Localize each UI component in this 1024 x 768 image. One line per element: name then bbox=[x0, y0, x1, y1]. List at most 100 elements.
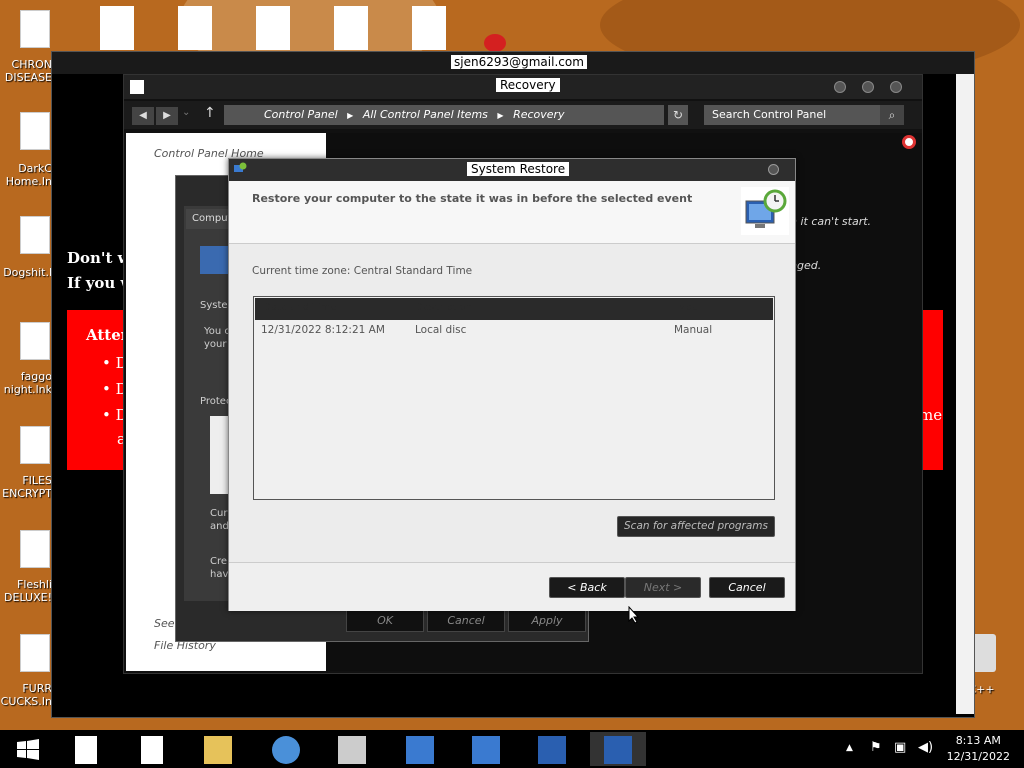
computer-icon bbox=[200, 246, 228, 274]
apply-button[interactable]: Apply bbox=[508, 610, 586, 632]
taskbar: ▲ ⚑ ▣ ◀) 8:13 AM 12/31/2022 bbox=[0, 730, 1024, 768]
table-header: Date and Time Description Type bbox=[255, 298, 773, 320]
outer-window-title: sjen6293@gmail.com bbox=[451, 55, 587, 69]
system-restore-heading: Restore your computer to the state it wa… bbox=[252, 192, 693, 205]
document-icon bbox=[20, 634, 50, 672]
search-input[interactable]: Search Control Panel bbox=[704, 105, 904, 125]
document-icon bbox=[20, 322, 50, 360]
forward-arrow-icon[interactable]: ▶ bbox=[156, 107, 178, 125]
document-icon bbox=[20, 10, 50, 48]
up-arrow-icon[interactable]: ↑ bbox=[204, 105, 216, 121]
desktop-icons: CHRON DISEASE DarkC Home.In Dogshit.l fa… bbox=[0, 0, 54, 730]
desktop-icon[interactable]: Dogshit.l bbox=[0, 216, 54, 280]
back-arrow-icon[interactable]: ◀ bbox=[132, 107, 154, 125]
desc-text: Cre bbox=[210, 556, 228, 567]
desktop-icon-label: Dogshit.l bbox=[3, 266, 52, 279]
breadcrumb-item[interactable]: All Control Panel Items bbox=[363, 108, 488, 121]
protection-label: Protec bbox=[200, 396, 232, 407]
recent-dropdown-icon[interactable]: ⌄ bbox=[182, 107, 190, 118]
show-hidden-icons-icon[interactable]: ▲ bbox=[846, 743, 853, 753]
search-placeholder: Search Control Panel bbox=[712, 108, 827, 121]
timezone-label: Current time zone: Central Standard Time bbox=[252, 265, 473, 277]
document-icon bbox=[412, 6, 446, 50]
minimize-button[interactable] bbox=[834, 81, 846, 93]
recovery-window-icon bbox=[130, 80, 144, 94]
clock[interactable]: 8:13 AM 12/31/2022 bbox=[947, 733, 1010, 765]
flag-icon[interactable]: ⚑ bbox=[870, 740, 882, 755]
clock-time: 8:13 AM bbox=[955, 734, 1001, 747]
document-icon bbox=[75, 736, 97, 764]
document-icon bbox=[20, 112, 50, 150]
desktop-icon-label: FURR CUCKS.In bbox=[0, 682, 52, 708]
outer-window-scrollbar[interactable] bbox=[956, 74, 974, 714]
recovery-title: Recovery bbox=[496, 78, 560, 92]
scan-affected-programs-button[interactable]: Scan for affected programs bbox=[617, 516, 775, 537]
document-icon bbox=[100, 6, 134, 50]
desc-text: your bbox=[204, 339, 227, 350]
taskbar-item[interactable] bbox=[324, 732, 380, 766]
taskbar-item[interactable] bbox=[58, 732, 114, 766]
document-icon bbox=[20, 216, 50, 254]
taskbar-item[interactable] bbox=[124, 732, 180, 766]
desktop-icon[interactable]: CHRON DISEASE bbox=[0, 10, 54, 90]
breadcrumb-item[interactable]: Recovery bbox=[513, 108, 565, 121]
desktop-icon[interactable]: DarkC Home.In bbox=[0, 112, 54, 192]
search-icon[interactable]: ⌕ bbox=[880, 105, 904, 125]
system-restore-icon bbox=[741, 187, 789, 235]
row-description: Local disc bbox=[415, 324, 467, 336]
start-button[interactable] bbox=[0, 732, 56, 766]
windows-logo-icon bbox=[17, 739, 39, 760]
mouse-cursor-icon bbox=[628, 606, 640, 624]
column-description[interactable]: Description bbox=[415, 302, 472, 313]
desktop-icon[interactable]: FURR CUCKS.In bbox=[0, 634, 54, 714]
network-icon[interactable]: ▣ bbox=[894, 740, 906, 755]
taskbar-item[interactable] bbox=[392, 732, 448, 766]
cancel-button[interactable]: Cancel bbox=[427, 610, 505, 632]
desktop-icon[interactable]: FILES ENCRYPT bbox=[0, 426, 54, 506]
system-label: Syste bbox=[200, 300, 228, 311]
outer-window-titlebar[interactable]: sjen6293@gmail.com bbox=[52, 52, 974, 74]
system-restore-titlebar[interactable]: System Restore bbox=[229, 159, 795, 181]
breadcrumb-separator-icon: ▶ bbox=[347, 111, 354, 120]
refresh-icon[interactable]: ↻ bbox=[668, 105, 688, 125]
taskbar-item[interactable] bbox=[258, 732, 314, 766]
people-icon bbox=[272, 736, 300, 764]
see-also-label: See bbox=[154, 617, 175, 630]
address-bar[interactable]: Control Panel ▶ All Control Panel Items … bbox=[224, 105, 664, 125]
ok-button[interactable]: OK bbox=[346, 610, 424, 632]
taskbar-item[interactable] bbox=[524, 732, 580, 766]
desktop-icon[interactable]: Fleshli DELUXE! bbox=[0, 530, 54, 610]
next-button[interactable]: Next > bbox=[625, 577, 701, 598]
column-date[interactable]: Date and Time bbox=[263, 302, 337, 313]
close-button[interactable] bbox=[890, 81, 902, 93]
file-explorer-icon bbox=[204, 736, 232, 764]
column-type[interactable]: Type bbox=[675, 302, 698, 313]
taskbar-item[interactable] bbox=[190, 732, 246, 766]
recovery-titlebar[interactable]: Recovery bbox=[124, 75, 922, 99]
desktop-icon-label: faggo night.lnk bbox=[3, 370, 52, 396]
desktop-icon-label: CHRON DISEASE bbox=[4, 58, 52, 84]
maximize-button[interactable] bbox=[862, 81, 874, 93]
breadcrumb-separator-icon: ▶ bbox=[497, 111, 504, 120]
clock-date: 12/31/2022 bbox=[946, 750, 1010, 763]
desktop-icon[interactable]: faggo night.lnk bbox=[0, 322, 54, 402]
computer-icon bbox=[538, 736, 566, 764]
volume-icon[interactable]: ◀) bbox=[918, 740, 933, 755]
breadcrumb-item[interactable]: Control Panel bbox=[264, 108, 338, 121]
desc-text: Cur bbox=[210, 508, 228, 519]
web-heading-line1: Don't w bbox=[67, 249, 131, 267]
back-button[interactable]: < Back bbox=[549, 577, 625, 598]
taskbar-item-active[interactable] bbox=[590, 732, 646, 766]
system-restore-icon bbox=[234, 162, 247, 172]
system-restore-header: Restore your computer to the state it wa… bbox=[229, 181, 795, 244]
cancel-button[interactable]: Cancel bbox=[709, 577, 785, 598]
help-icon[interactable] bbox=[902, 135, 916, 149]
drive-list[interactable] bbox=[210, 416, 230, 494]
close-button[interactable] bbox=[768, 164, 779, 175]
restore-points-table[interactable]: Date and Time Description Type 12/31/202… bbox=[253, 296, 775, 500]
document-icon bbox=[256, 6, 290, 50]
taskbar-item[interactable] bbox=[458, 732, 514, 766]
row-date: 12/31/2022 8:12:21 AM bbox=[261, 324, 385, 336]
desktop-icon-label: FILES ENCRYPT bbox=[2, 474, 52, 500]
recovery-navbar: ◀ ▶ ⌄ ↑ Control Panel ▶ All Control Pane… bbox=[124, 101, 922, 129]
